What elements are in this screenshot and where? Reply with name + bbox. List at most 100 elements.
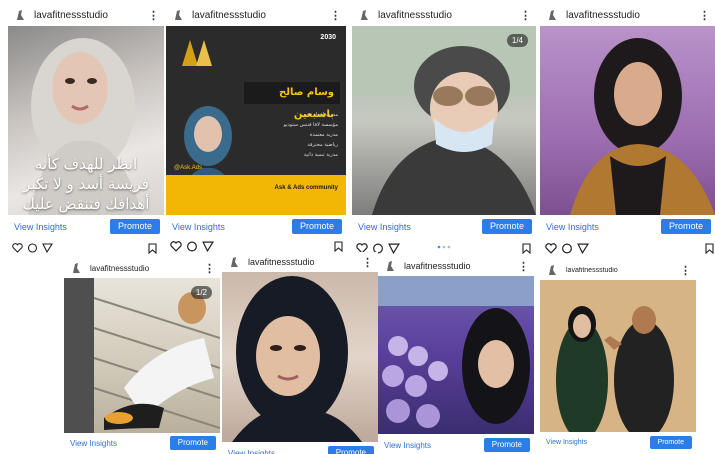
view-insights-link[interactable]: View Insights [70,439,117,448]
bullet-item: مدربة تنمية ذاتية [303,152,338,158]
community-tag: Ask & Ads community [274,185,338,191]
photo-subject [540,280,696,432]
post-footer: View Insights Promote [352,217,536,237]
more-icon[interactable]: ⋮ [699,9,710,22]
promote-button[interactable]: Promote [481,219,532,234]
bookmark-icon[interactable] [334,241,343,252]
post-footer: View Insights Promote [222,444,378,454]
more-icon[interactable]: ⋮ [204,262,215,275]
view-insights-link[interactable]: View Insights [172,222,225,232]
post-photo[interactable] [540,280,696,432]
yellow-band [166,175,346,215]
post-photo[interactable] [378,276,534,434]
overlay-quote: انظر للهدف كأنه فريسة أسد و لا تكبر أهدا… [22,155,150,213]
view-insights-link[interactable]: View Insights [546,222,599,232]
profile-avatar-icon[interactable] [358,9,370,21]
instagram-handle: @Ask.Ads [174,165,203,171]
more-icon[interactable]: ⋮ [148,9,159,22]
photo-subject [378,276,534,428]
view-insights-link[interactable]: View Insights [546,439,587,446]
view-insights-link[interactable]: View Insights [358,222,411,232]
more-icon[interactable]: ⋮ [362,256,373,269]
post-photo[interactable] [540,26,715,215]
promote-button[interactable]: Promote [649,436,692,449]
profile-avatar-icon[interactable] [546,264,558,276]
send-icon[interactable] [577,243,589,254]
post-card: lavafitnessstudio ⋮ View Insights Promot… [540,4,715,237]
promote-button[interactable]: Promote [483,438,530,452]
comment-icon[interactable] [186,241,198,252]
more-icon[interactable]: ⋮ [680,264,691,277]
view-insights-link[interactable]: View Insights [14,222,67,232]
send-icon[interactable] [202,241,214,252]
more-icon[interactable]: ⋮ [518,260,529,273]
post-card: lavafitnessstudio ⋮ 1/4 View Insights Pr… [352,4,536,237]
view-insights-link[interactable]: View Insights [228,449,275,454]
post-header: lavafitnessstudio ⋮ [540,260,696,280]
post-footer: View Insights Promote [166,217,346,237]
view-insights-link[interactable]: View Insights [384,441,431,450]
post-footer: View Insights Promote [540,217,715,237]
post-footer: View Insights Promote [378,436,534,454]
photo-subject [232,276,362,442]
heart-icon[interactable] [12,243,23,253]
send-icon[interactable] [42,243,53,253]
vision-2030-badge: 2030 [320,34,336,41]
ask-ads-logo-icon [182,40,212,66]
bookmark-icon[interactable] [148,243,157,254]
heart-icon[interactable] [170,241,182,252]
profile-avatar-icon[interactable] [228,256,240,268]
carousel-counter: 1/4 [506,34,528,47]
post-photo[interactable]: 1/4 [352,26,536,215]
post-photo[interactable] [222,272,378,442]
promote-button[interactable]: Promote [291,219,342,234]
username[interactable]: lavafitnessstudio [566,267,680,274]
post-footer: View Insights Promote [540,434,696,454]
profile-avatar-icon[interactable] [546,9,558,21]
username[interactable]: lavafitnessstudio [90,264,204,273]
profile-avatar-icon[interactable] [14,9,26,21]
promote-button[interactable]: Promote [109,219,160,234]
post-card: lavafitnessstudio ⋮ View Insights Promot… [378,256,534,454]
username[interactable]: lavafitnessstudio [34,10,148,21]
comment-icon[interactable] [27,243,38,253]
bookmark-icon[interactable] [705,243,714,254]
post-footer: View Insights Promote [64,434,220,454]
photo-subject [64,278,220,433]
more-icon[interactable]: ⋮ [520,9,531,22]
action-bar [12,243,57,253]
post-card: lavafitnessstudio ⋮ 2030 وسام صالح باسبع… [166,4,346,237]
send-icon[interactable] [388,243,400,254]
promote-button[interactable]: Promote [327,446,374,454]
username[interactable]: lavafitnessstudio [192,10,330,21]
comment-icon[interactable] [561,243,573,254]
bullet-item: رياضية محترفة [307,142,338,148]
bullet-item: مؤسسة لافا فتنس ستوديو [283,122,338,128]
bookmark-icon[interactable] [522,243,531,254]
name-banner: وسام صالح باسبعين [244,82,340,120]
username[interactable]: lavafitnessstudio [566,10,699,21]
post-photo[interactable]: 1/2 [64,278,220,433]
username[interactable]: lavafitnessstudio [404,261,518,271]
action-bar [170,241,218,252]
more-icon[interactable]: ⋮ [330,9,341,22]
screenshot-collage: lavafitnessstudio ⋮ انظر للهدف كأنه فريس… [0,0,715,454]
promote-button[interactable]: Promote [660,219,711,234]
heart-icon[interactable] [545,243,557,254]
action-bar [545,243,593,254]
post-photo[interactable]: انظر للهدف كأنه فريسة أسد و لا تكبر أهدا… [8,26,164,215]
post-card: lavafitnessstudio ⋮ انظر للهدف كأنه فريس… [8,4,164,237]
post-header: lavafitnessstudio ⋮ [8,4,164,26]
profile-avatar-icon[interactable] [70,262,82,274]
promote-button[interactable]: Promote [169,436,216,450]
photo-subject [352,26,536,215]
username[interactable]: lavafitnessstudio [248,257,362,267]
post-card: lavafitnessstudio ⋮ 1/2 View Insights Pr… [64,258,220,454]
post-photo[interactable]: 2030 وسام صالح باسبعين مدرب إعداد بدني م… [166,26,346,215]
post-footer: View Insights Promote [8,217,164,237]
post-header: lavafitnessstudio ⋮ [540,4,715,26]
profile-avatar-icon[interactable] [172,9,184,21]
profile-avatar-icon[interactable] [384,260,396,272]
username[interactable]: lavafitnessstudio [378,10,520,21]
bullet-item: مدربة معتمدة [309,132,338,138]
